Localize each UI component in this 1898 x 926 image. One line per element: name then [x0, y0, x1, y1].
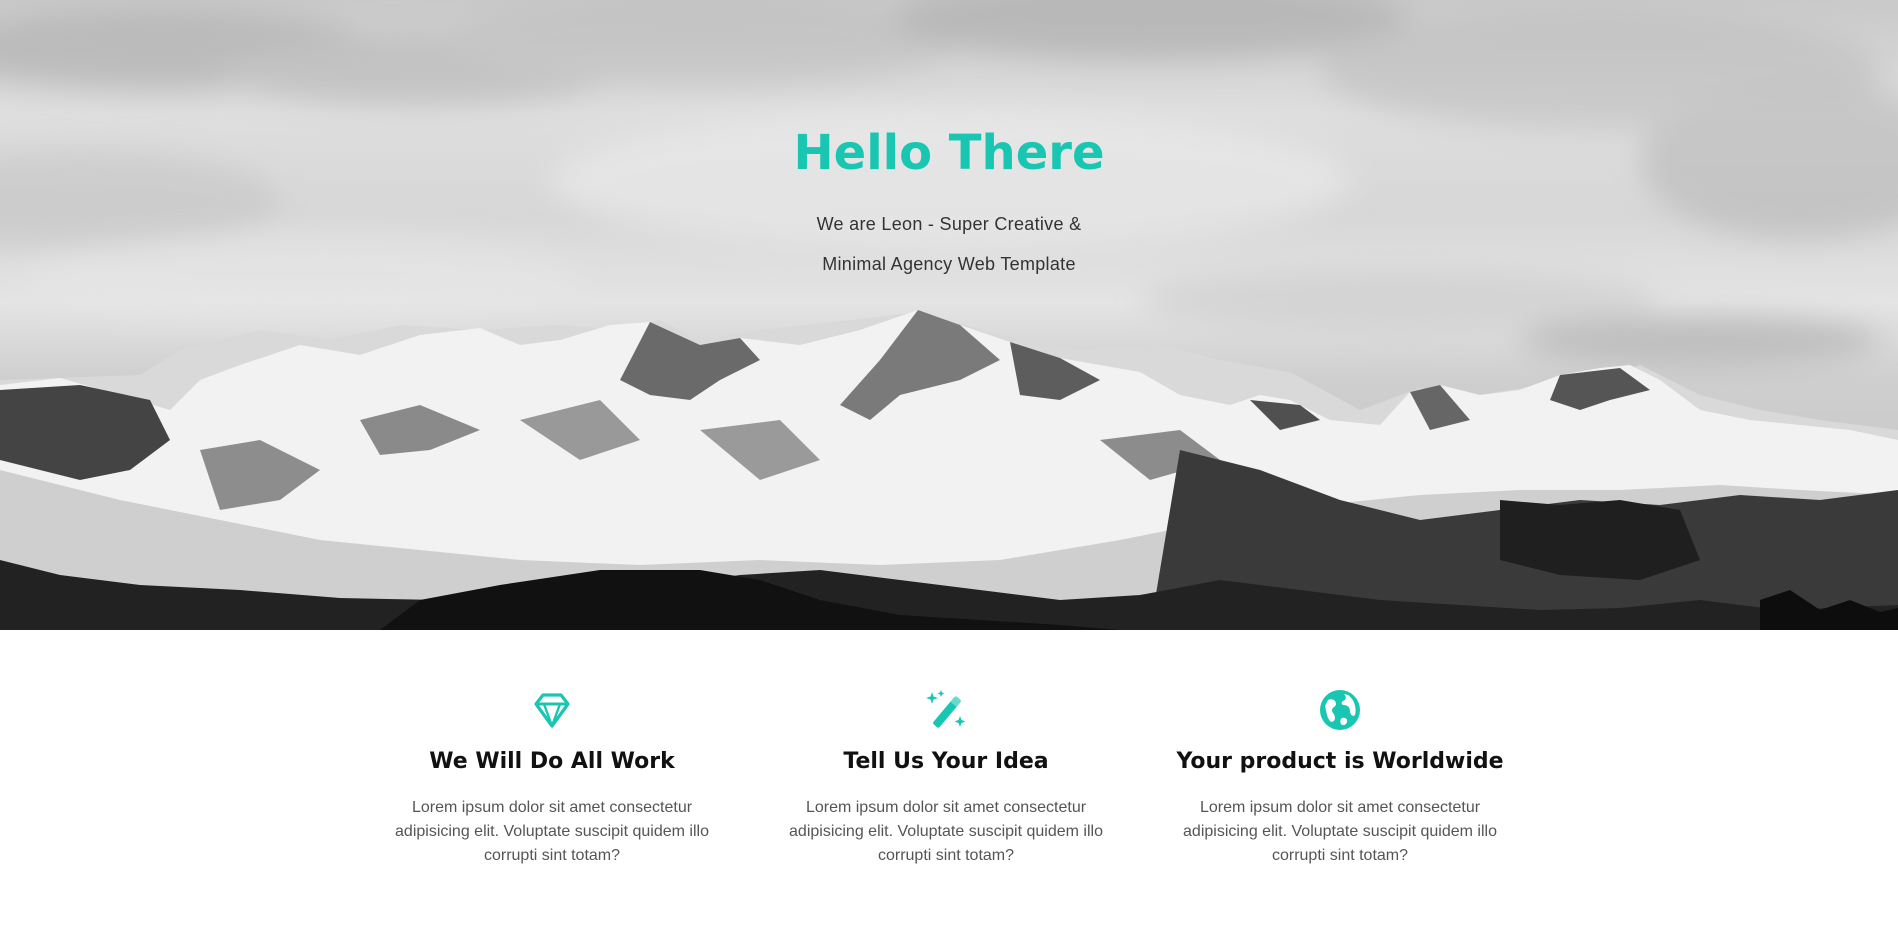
- hero-title: Hello There: [793, 125, 1105, 181]
- hero-text-block: Hello There We are Leon - Super Creative…: [0, 118, 1898, 284]
- feature-card-idea: Tell Us Your Idea Lorem ipsum dolor sit …: [776, 688, 1116, 868]
- feature-card-worldwide: Your product is Worldwide Lorem ipsum do…: [1170, 688, 1510, 868]
- feature-description: Lorem ipsum dolor sit amet consectetur a…: [395, 799, 709, 864]
- diamond-icon: [534, 693, 570, 728]
- feature-title: Your product is Worldwide: [1176, 749, 1504, 774]
- feature-card-work: We Will Do All Work Lorem ipsum dolor si…: [382, 688, 722, 868]
- hero-section: Hello There We are Leon - Super Creative…: [0, 0, 1898, 630]
- feature-description: Lorem ipsum dolor sit amet consectetur a…: [1183, 799, 1497, 864]
- globe-icon: [1320, 690, 1360, 730]
- feature-title: We Will Do All Work: [429, 749, 675, 774]
- magic-wand-icon: [926, 690, 966, 728]
- mountain-range-image: [0, 310, 1898, 630]
- features-section: We Will Do All Work Lorem ipsum dolor si…: [0, 630, 1898, 926]
- feature-title: Tell Us Your Idea: [843, 749, 1049, 774]
- hero-subtitle: We are Leon - Super Creative & Minimal A…: [816, 214, 1082, 274]
- feature-description: Lorem ipsum dolor sit amet consectetur a…: [789, 799, 1103, 864]
